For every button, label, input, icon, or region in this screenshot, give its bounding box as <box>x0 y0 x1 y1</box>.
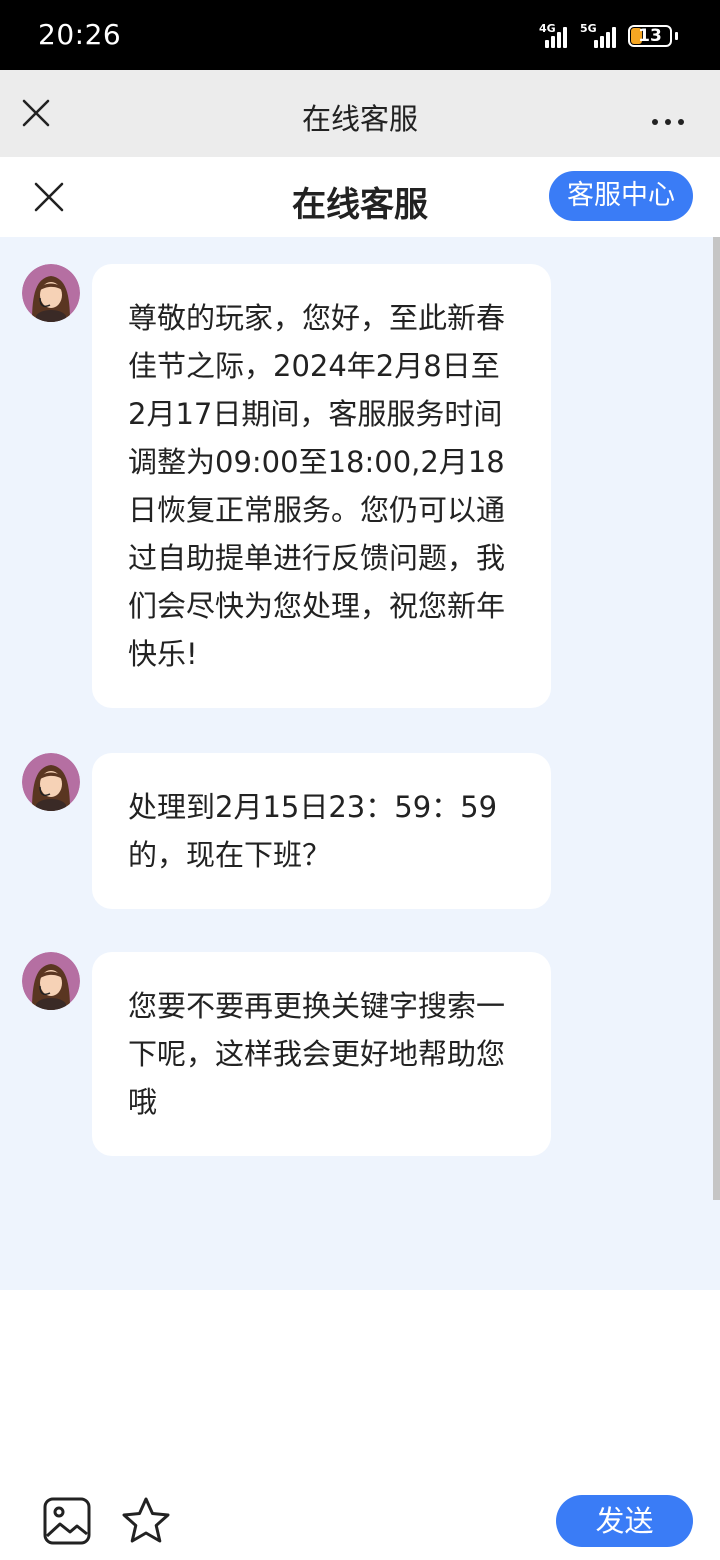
status-bar: 20:26 4G 5G 13 <box>0 0 720 70</box>
browser-title: 在线客服 <box>301 102 418 136</box>
signal-5g-icon: 5G <box>580 22 624 48</box>
signal-4g-icon: 4G <box>539 22 573 48</box>
more-icon[interactable] <box>652 110 691 129</box>
browser-header: 在线客服 <box>0 70 720 157</box>
agent-avatar-icon <box>22 952 80 1010</box>
agent-avatar-icon <box>22 264 80 322</box>
agent-avatar-icon <box>22 753 80 811</box>
image-icon[interactable] <box>42 1496 92 1546</box>
bottom-bar: 发送 <box>0 1470 720 1560</box>
message-bubble: 处理到2月15日23：59：59的，现在下班？ <box>92 753 551 909</box>
message-bubble: 尊敬的玩家，您好，至此新春佳节之际，2024年2月8日至2月17日期间，客服服务… <box>92 264 551 708</box>
battery-icon: 13 <box>628 25 672 47</box>
chat-area[interactable]: 尊敬的玩家，您好，至此新春佳节之际，2024年2月8日至2月17日期间，客服服务… <box>0 237 720 1290</box>
page-header: 在线客服 客服中心 <box>0 157 720 237</box>
network-type-1: 4G <box>539 22 556 35</box>
battery-tip <box>675 32 678 40</box>
star-icon[interactable] <box>120 1495 172 1547</box>
battery-level: 13 <box>638 26 662 46</box>
service-center-button[interactable]: 客服中心 <box>549 171 693 221</box>
send-button[interactable]: 发送 <box>556 1495 693 1547</box>
scrollbar[interactable] <box>713 237 720 1200</box>
status-time: 20:26 <box>38 18 122 51</box>
network-type-2: 5G <box>580 22 597 35</box>
message-bubble: 您要不要再更换关键字搜索一下呢，这样我会更好地帮助您哦 <box>92 952 551 1156</box>
